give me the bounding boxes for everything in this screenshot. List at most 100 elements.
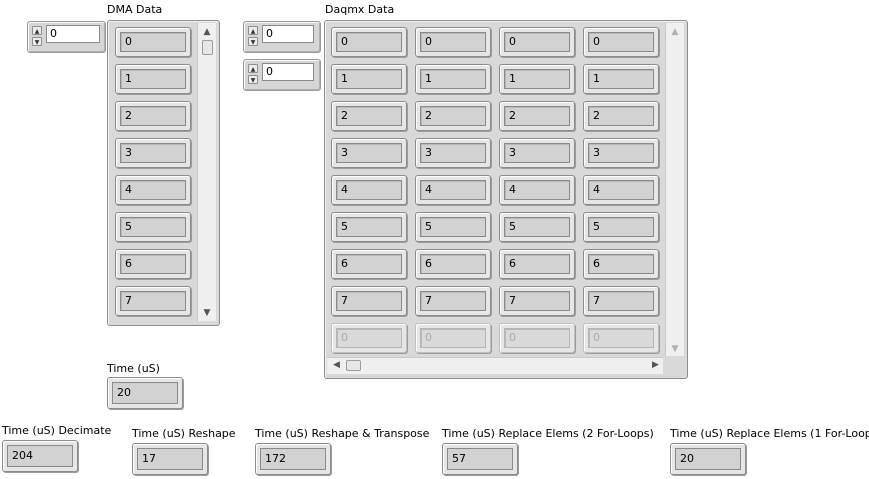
dma-array-element: 4: [115, 175, 191, 205]
daqmx-array-element-value: 1: [336, 69, 402, 89]
time-reshape-transpose-value: 172: [260, 448, 326, 470]
dma-vertical-scrollbar[interactable]: ▲ ▼: [197, 23, 216, 321]
scroll-down-icon[interactable]: ▼: [666, 344, 684, 354]
daqmx-array-element-value: 2: [504, 106, 570, 126]
daqmx-vertical-scrollbar[interactable]: ▲ ▼: [665, 23, 684, 356]
daqmx-array-element: 3: [331, 138, 407, 168]
daqmx-array-element: 7: [499, 286, 575, 316]
dma-array-element: 3: [115, 138, 191, 168]
spin-down-icon[interactable]: ▼: [248, 75, 258, 84]
daqmx-array-element-value: 5: [336, 217, 402, 237]
spin-up-icon[interactable]: ▲: [248, 64, 258, 73]
dma-array-element: 7: [115, 286, 191, 316]
spin-up-icon[interactable]: ▲: [248, 26, 258, 35]
daqmx-hscroll-thumb[interactable]: [346, 360, 361, 371]
daqmx-array-element-value: 1: [504, 69, 570, 89]
daqmx-array-element-value: 6: [588, 254, 654, 274]
daqmx-array-element-value: 7: [588, 291, 654, 311]
dma-array-element: 5: [115, 212, 191, 242]
daqmx-col-index-control[interactable]: ▲ ▼ 0: [243, 59, 321, 91]
time-reshape-value: 17: [137, 448, 203, 470]
daqmx-array-element: 3: [499, 138, 575, 168]
time-replace-2-value: 57: [447, 448, 513, 470]
time-replace-1-value: 20: [675, 448, 741, 470]
scroll-left-icon[interactable]: ◀: [333, 360, 340, 370]
dma-array-element: 2: [115, 101, 191, 131]
daqmx-array-element-value: 7: [504, 291, 570, 311]
daqmx-array-element-value: 6: [504, 254, 570, 274]
daqmx-horizontal-scrollbar[interactable]: ◀ ▶: [327, 357, 663, 374]
spin-up-icon[interactable]: ▲: [32, 26, 42, 35]
dma-scroll-thumb[interactable]: [202, 40, 213, 55]
time-decimate-value: 204: [7, 445, 73, 467]
daqmx-col-index-input[interactable]: 0: [262, 63, 314, 81]
daqmx-array-element-value: 4: [420, 180, 486, 200]
daqmx-array-element-value: 2: [336, 106, 402, 126]
daqmx-array-element-value: 4: [588, 180, 654, 200]
daqmx-data-label: Daqmx Data: [325, 3, 395, 16]
dma-index-control[interactable]: ▲ ▼ 0: [27, 21, 106, 53]
scroll-down-icon[interactable]: ▼: [198, 308, 216, 318]
dma-index-spinner[interactable]: ▲ ▼: [32, 26, 42, 46]
scroll-right-icon[interactable]: ▶: [652, 360, 659, 370]
daqmx-array-element: 5: [331, 212, 407, 242]
dma-array-element-value: 6: [120, 254, 186, 274]
daqmx-array-element-value: 3: [336, 143, 402, 163]
daqmx-array-element: 2: [583, 101, 659, 131]
daqmx-row-index-control[interactable]: ▲ ▼ 0: [243, 21, 321, 53]
dma-array-element-value: 7: [120, 291, 186, 311]
scroll-up-icon[interactable]: ▲: [198, 27, 216, 37]
daqmx-array-element-value: 1: [420, 69, 486, 89]
time-reshape-indicator: 17: [132, 443, 208, 475]
time-reshape-label: Time (uS) Reshape: [132, 427, 236, 440]
daqmx-array-element: 6: [583, 249, 659, 279]
daqmx-array-element: 4: [331, 175, 407, 205]
daqmx-array-element: 6: [415, 249, 491, 279]
daqmx-array-element-value: 0: [588, 328, 654, 348]
daqmx-array-element-value: 2: [588, 106, 654, 126]
time-reshape-transpose-indicator: 172: [255, 443, 331, 475]
time-replace-2-label: Time (uS) Replace Elems (2 For-Loops): [442, 427, 654, 440]
daqmx-array-frame: 000011112222333344445555666677770000 ▲ ▼…: [324, 20, 688, 379]
time-replace-1-indicator: 20: [670, 443, 746, 475]
scroll-up-icon[interactable]: ▲: [666, 27, 684, 37]
daqmx-array-element-value: 5: [588, 217, 654, 237]
daqmx-array-element-value: 0: [420, 32, 486, 52]
dma-data-label: DMA Data: [107, 3, 163, 16]
daqmx-array-element: 0: [583, 323, 659, 353]
daqmx-array-element: 0: [499, 27, 575, 57]
daqmx-array-element: 0: [331, 27, 407, 57]
daqmx-array-element-value: 0: [336, 328, 402, 348]
dma-array-element-value: 3: [120, 143, 186, 163]
daqmx-array-element-value: 0: [588, 32, 654, 52]
dma-array-element-value: 1: [120, 69, 186, 89]
daqmx-row-index-input[interactable]: 0: [262, 25, 314, 43]
daqmx-array-element: 7: [415, 286, 491, 316]
daqmx-array-element-value: 4: [336, 180, 402, 200]
time-value: 20: [112, 382, 178, 404]
daqmx-array-element-value: 0: [504, 328, 570, 348]
dma-index-input[interactable]: 0: [46, 25, 100, 43]
daqmx-col-spinner[interactable]: ▲ ▼: [248, 64, 258, 84]
daqmx-array-element: 7: [583, 286, 659, 316]
daqmx-array-element-value: 0: [336, 32, 402, 52]
dma-array-element: 6: [115, 249, 191, 279]
daqmx-row-spinner[interactable]: ▲ ▼: [248, 26, 258, 46]
daqmx-array-element: 6: [499, 249, 575, 279]
daqmx-array-element: 1: [499, 64, 575, 94]
daqmx-array-element-value: 3: [504, 143, 570, 163]
daqmx-array-element: 1: [415, 64, 491, 94]
daqmx-array-element: 0: [331, 323, 407, 353]
spin-down-icon[interactable]: ▼: [248, 37, 258, 46]
daqmx-array-element-value: 7: [336, 291, 402, 311]
daqmx-array-element: 5: [415, 212, 491, 242]
daqmx-array-element: 4: [415, 175, 491, 205]
daqmx-array-element: 0: [499, 323, 575, 353]
time-replace-2-indicator: 57: [442, 443, 518, 475]
daqmx-array-element: 3: [415, 138, 491, 168]
spin-down-icon[interactable]: ▼: [32, 37, 42, 46]
dma-array-element-value: 0: [120, 32, 186, 52]
daqmx-array-element: 5: [499, 212, 575, 242]
daqmx-array-element-value: 6: [420, 254, 486, 274]
daqmx-array-element: 2: [499, 101, 575, 131]
